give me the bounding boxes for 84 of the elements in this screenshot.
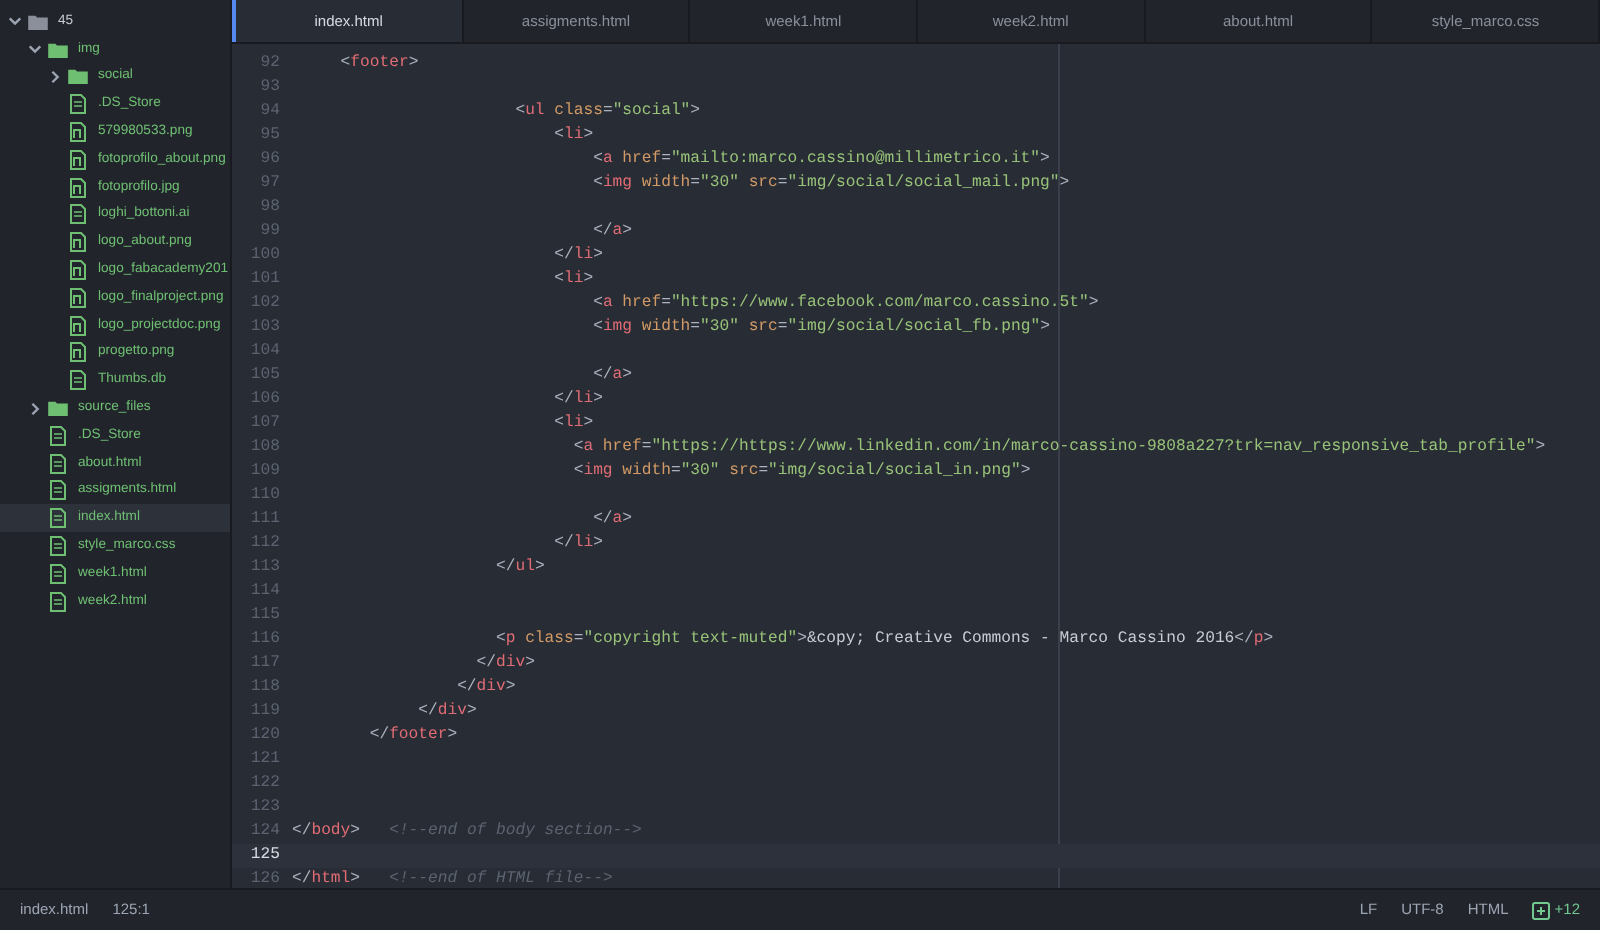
line-number: 100 xyxy=(248,244,280,268)
line-number: 111 xyxy=(248,508,280,532)
line-number: 96 xyxy=(258,148,280,172)
line-number: 109 xyxy=(248,460,280,484)
code-line: <li> xyxy=(552,124,594,148)
git-diff-icon xyxy=(1532,901,1551,919)
file-icon xyxy=(70,204,86,225)
image-file-icon xyxy=(70,342,86,363)
code-line: </footer> xyxy=(367,724,458,748)
line-number: 120 xyxy=(248,724,280,748)
line-number: 126 xyxy=(248,868,280,892)
line-number: 105 xyxy=(248,364,280,388)
code-line: </a> xyxy=(591,508,633,532)
line-number: 94 xyxy=(258,100,280,124)
line-number: 92 xyxy=(258,52,280,76)
file-icon xyxy=(50,453,66,474)
line-number: 116 xyxy=(248,628,280,652)
line-number: 119 xyxy=(248,700,280,724)
line-number: 112 xyxy=(248,532,280,556)
line-number: 121 xyxy=(248,748,280,772)
line-number: 115 xyxy=(248,604,280,628)
line-number: 117 xyxy=(248,652,280,676)
line-number: 97 xyxy=(258,172,280,196)
code-line: </li> xyxy=(552,388,603,412)
line-number: 114 xyxy=(248,580,280,604)
image-file-icon xyxy=(70,122,86,143)
folder-icon xyxy=(48,400,68,417)
line-number: 124 xyxy=(248,820,280,844)
code-line: <a href="mailto:marco.cassino@millimetrico.it"> xyxy=(591,148,1050,172)
code-line: </li> xyxy=(552,244,603,268)
line-number: 123 xyxy=(248,796,280,820)
line-number: 93 xyxy=(258,76,280,100)
code-line: <p class="copyright text-muted">&copy; Creative Commons - Marco Cassino 2016</p> xyxy=(493,628,1274,652)
line-number: 101 xyxy=(248,268,280,292)
file-icon xyxy=(50,563,66,584)
line-number: 99 xyxy=(258,220,280,244)
chevron-down-icon[interactable] xyxy=(28,42,42,57)
image-file-icon xyxy=(70,260,86,281)
line-number: 95 xyxy=(258,124,280,148)
file-icon xyxy=(50,508,66,529)
code-line: <img width="30" src="img/social/social_in.png"> xyxy=(571,460,1031,484)
file-icon xyxy=(50,536,66,557)
code-line: </body> <!--end of body section--> xyxy=(292,820,642,844)
code-line: </a> xyxy=(591,364,633,388)
code-line: </ul> xyxy=(493,556,545,580)
code-line: </div> xyxy=(474,652,535,676)
code-line: </div> xyxy=(455,676,516,700)
code-line: <li> xyxy=(552,268,594,292)
code-line: </div> xyxy=(416,700,477,724)
file-icon xyxy=(70,94,86,115)
code-line: <a href="https://https://www.linkedin.com/in/marco-cassino-9808a227?trk=nav_responsive_tab_profile"> xyxy=(571,436,1546,460)
file-icon xyxy=(70,370,86,391)
file-icon xyxy=(50,480,66,501)
file-icon xyxy=(50,425,66,446)
chevron-right-icon[interactable] xyxy=(28,401,42,416)
line-number: 103 xyxy=(248,316,280,340)
code-line: <a href="https://www.facebook.com/marco.cassino.5t"> xyxy=(591,292,1099,316)
chevron-right-icon[interactable] xyxy=(48,69,62,84)
image-file-icon xyxy=(70,232,86,253)
line-number: 98 xyxy=(258,196,280,220)
code-line: <li> xyxy=(552,412,594,436)
code-line: </a> xyxy=(591,220,633,244)
code-line: <footer> xyxy=(338,52,419,76)
line-number: 113 xyxy=(248,556,280,580)
line-number: 104 xyxy=(248,340,280,364)
code-line: <img width="30" src="img/social/social_fb.png"> xyxy=(591,316,1050,340)
line-number: 122 xyxy=(248,772,280,796)
line-number: 107 xyxy=(248,412,280,436)
image-file-icon xyxy=(70,149,86,170)
chevron-down-icon[interactable] xyxy=(8,14,22,29)
line-number: 106 xyxy=(248,388,280,412)
line-number: 125 xyxy=(248,844,280,868)
line-number: 108 xyxy=(248,436,280,460)
code-line: </li> xyxy=(552,532,603,556)
line-number: 118 xyxy=(248,676,280,700)
image-file-icon xyxy=(70,287,86,308)
line-number: 110 xyxy=(248,484,280,508)
file-icon xyxy=(50,591,66,612)
code-line: <ul class="social"> xyxy=(513,100,701,124)
image-file-icon xyxy=(70,177,86,198)
code-line: <img width="30" src="img/social/social_mail.png"> xyxy=(591,172,1070,196)
image-file-icon xyxy=(70,315,86,336)
code-line: </html> <!--end of HTML file--> xyxy=(292,868,613,892)
line-number: 102 xyxy=(248,292,280,316)
